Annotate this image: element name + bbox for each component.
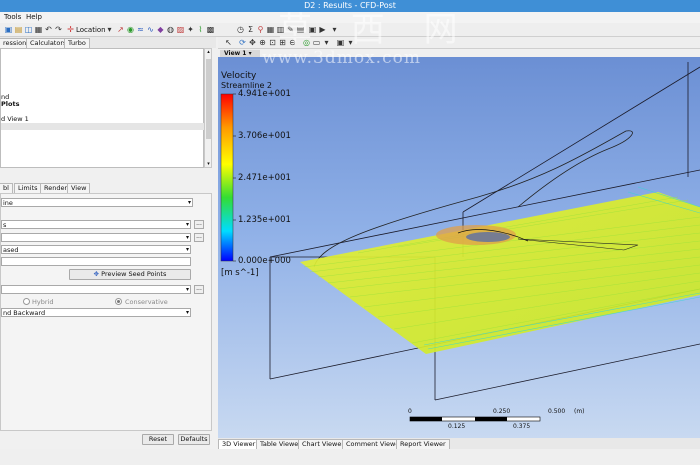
print-icon[interactable]: ▦ <box>34 25 43 34</box>
timestep-icon[interactable]: ◷ <box>236 25 245 34</box>
legend-tick-label: 3.706e+001 <box>238 131 291 141</box>
conservative-radio[interactable] <box>115 298 122 305</box>
undo-icon[interactable]: ↶ <box>44 25 53 34</box>
chevron-down-icon: ▾ <box>185 234 189 241</box>
probe-icon[interactable]: ⚲ <box>256 25 265 34</box>
plane-icon[interactable]: ▨ <box>176 25 185 34</box>
save-icon[interactable]: ◫ <box>24 25 33 34</box>
max-points-input[interactable] <box>1 257 191 266</box>
legend-title: Velocity <box>221 71 257 81</box>
variable-more-button[interactable]: ... <box>194 285 204 294</box>
scale-label: 0.250 <box>493 408 511 415</box>
tab-geometry[interactable]: bl <box>0 183 13 193</box>
tree-selection-highlight <box>1 123 204 130</box>
start-from-select[interactable]: ▾ <box>1 233 191 242</box>
tab-chart-viewer[interactable]: Chart Viewer <box>298 439 349 449</box>
tree-item[interactable]: d View 1 <box>1 115 29 123</box>
chevron-down-icon: ▾ <box>185 286 189 293</box>
scale-label: 0.375 <box>513 423 531 430</box>
sampling-select[interactable]: ased ▾ <box>1 245 191 254</box>
streamline-sheet <box>300 192 700 354</box>
scale-label: 0.125 <box>448 423 466 430</box>
scroll-down-icon[interactable]: ▾ <box>205 161 212 167</box>
point-icon[interactable]: ✦ <box>186 25 195 34</box>
open-icon[interactable]: ▤ <box>14 25 23 34</box>
watermark-url: www.3dmox.com <box>262 48 421 68</box>
chevron-down-icon: ▾ <box>248 50 252 57</box>
3d-viewport[interactable]: Velocity Streamline 2 4.941e+001 3.706e+… <box>218 57 700 438</box>
rotate-icon[interactable]: ⟳ <box>238 38 247 47</box>
expression-icon[interactable]: Σ <box>246 25 255 34</box>
scale-label: 0.500 <box>548 408 566 415</box>
polyline-icon[interactable]: ⌇ <box>196 25 205 34</box>
vector-icon[interactable]: ↗ <box>116 25 125 34</box>
hybrid-radio[interactable] <box>23 298 30 305</box>
conservative-label: Conservative <box>125 298 168 306</box>
legend-tick-label: 0.000e+000 <box>238 256 291 266</box>
zoom-icon[interactable]: ⊕ <box>258 38 267 47</box>
new-icon[interactable]: ▣ <box>4 25 13 34</box>
details-tab-bar: bl Limits Render View <box>0 182 216 193</box>
seed-points-icon: ✥ <box>93 270 100 278</box>
hybrid-label: Hybrid <box>32 298 54 306</box>
scene-svg <box>220 62 700 422</box>
scroll-thumb[interactable] <box>206 59 211 139</box>
legend-colorbar <box>220 93 234 262</box>
chevron-down-icon: ▾ <box>187 199 191 206</box>
isosurface-icon[interactable]: ◍ <box>166 25 175 34</box>
defaults-button[interactable]: Defaults <box>178 434 210 445</box>
scale-label: 0 <box>408 408 412 415</box>
legend-tick-label: 1.235e+001 <box>238 215 291 225</box>
status-bar <box>0 449 700 465</box>
wake-core <box>466 232 510 242</box>
particle-icon[interactable]: ∿ <box>146 25 155 34</box>
variable-select[interactable]: ▾ <box>1 285 191 294</box>
select-icon[interactable]: ↖ <box>224 38 233 47</box>
surface-icon[interactable]: ▩ <box>206 25 215 34</box>
chevron-down-icon: ▾ <box>185 246 189 253</box>
location-icon: ✛ <box>67 25 74 34</box>
tree-scrollbar[interactable]: ▴ ▾ <box>204 48 212 168</box>
legend-tick-label: 4.941e+001 <box>238 89 291 99</box>
streamline-icon[interactable]: ≈ <box>136 25 145 34</box>
menu-tools[interactable]: Tools <box>4 12 21 23</box>
chevron-down-icon: ▾ <box>185 221 189 228</box>
tab-limits[interactable]: Limits <box>14 183 42 193</box>
zoom-box-icon[interactable]: ⊡ <box>268 38 277 47</box>
tab-report-viewer[interactable]: Report Viewer <box>396 439 450 449</box>
scale-unit: (m) <box>574 408 585 415</box>
watermark-logo: 草 西 网 <box>278 10 472 50</box>
preview-seed-points-button[interactable]: ✥ Preview Seed Points <box>69 269 191 280</box>
redo-icon[interactable]: ↷ <box>54 25 63 34</box>
location-dropdown[interactable]: Location <box>76 25 106 35</box>
tab-3d-viewer[interactable]: 3D Viewer <box>218 439 260 449</box>
table-icon[interactable]: ▦ <box>266 25 275 34</box>
reset-button[interactable]: Reset <box>142 434 174 445</box>
tree-item[interactable]: Plots <box>1 100 19 108</box>
chevron-down-icon: ▾ <box>185 309 189 316</box>
scale-bar-segment <box>475 417 507 421</box>
chevron-down-icon[interactable]: ▾ <box>105 25 114 34</box>
start-from-more-button[interactable]: ... <box>194 233 204 242</box>
menu-help[interactable]: Help <box>26 12 42 23</box>
tab-view[interactable]: View <box>67 183 91 193</box>
legend-unit: [m s^-1] <box>221 268 259 278</box>
viewer-tab-bar: 3D Viewer Table Viewer Chart Viewer Comm… <box>218 438 700 449</box>
legend-ticks <box>233 93 236 262</box>
tab-turbo[interactable]: Turbo <box>64 38 90 48</box>
scroll-up-icon[interactable]: ▴ <box>205 49 212 55</box>
pan-icon[interactable]: ✥ <box>248 38 257 47</box>
domains-more-button[interactable]: ... <box>194 220 204 229</box>
type-select[interactable]: ine ▾ <box>1 198 193 207</box>
contour-icon[interactable]: ◉ <box>126 25 135 34</box>
left-tab-bar: ressions Calculators Turbo <box>0 37 216 48</box>
volume-icon[interactable]: ◆ <box>156 25 165 34</box>
details-panel: ine ▾ s ▾ ... ▾ ... ased ▾ ✥ Preview Seed P… <box>0 193 212 431</box>
outline-tree: nd Plots d View 1 <box>0 48 204 168</box>
scale-bar-segment <box>410 417 442 421</box>
domains-select[interactable]: s ▾ <box>1 220 191 229</box>
legend-tick-label: 2.471e+001 <box>238 173 291 183</box>
direction-select[interactable]: nd Backward ▾ <box>1 308 191 317</box>
